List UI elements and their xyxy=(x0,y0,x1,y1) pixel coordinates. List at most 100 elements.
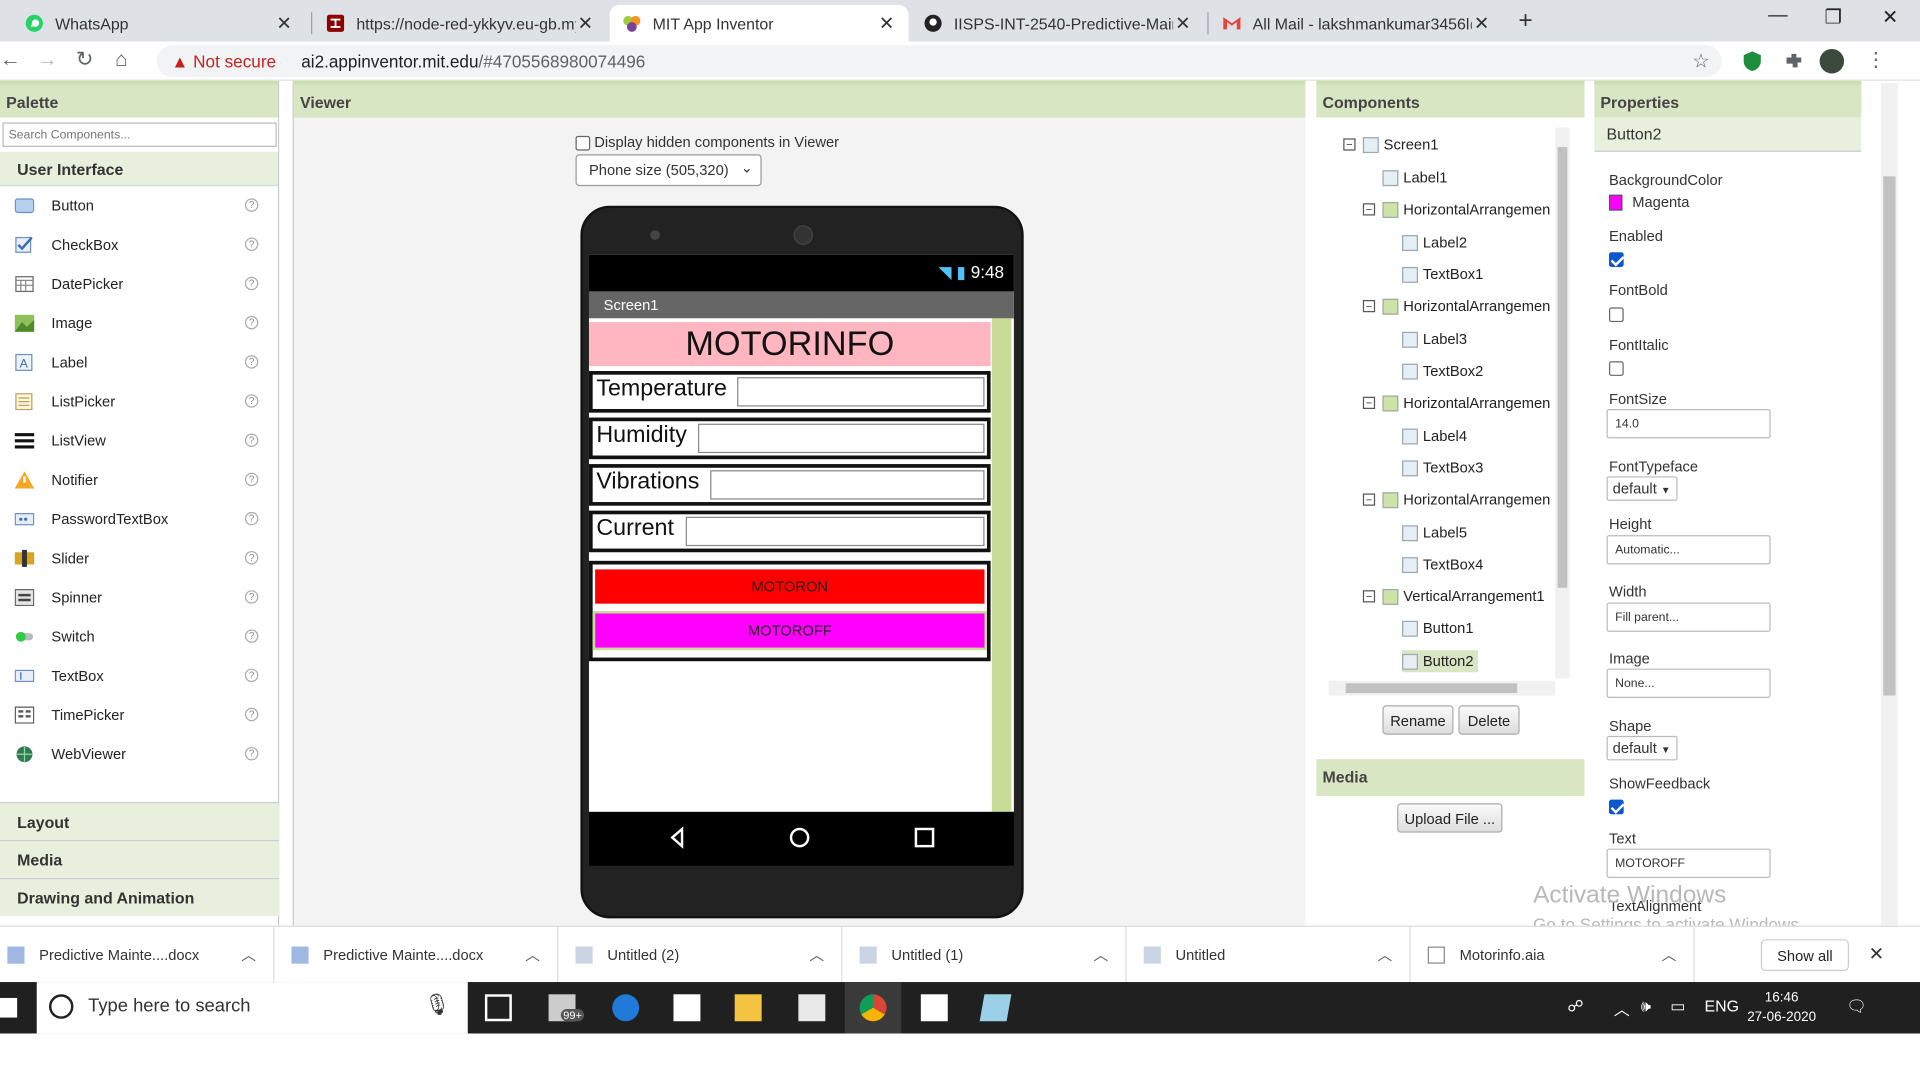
palette-item-checkbox[interactable]: CheckBox? xyxy=(0,225,278,264)
tree-node-textbox3[interactable]: TextBox3 xyxy=(1402,457,1483,479)
notifications-icon[interactable]: 🗨 xyxy=(1847,997,1867,1017)
palette-item-slider[interactable]: Slider? xyxy=(0,539,278,578)
close-icon[interactable]: ✕ xyxy=(877,12,897,34)
help-icon[interactable]: ? xyxy=(244,433,259,447)
tree-node-screen1[interactable]: − Screen1 xyxy=(1343,133,1438,155)
help-icon[interactable]: ? xyxy=(244,746,259,761)
button1-motoron[interactable]: MOTORON xyxy=(595,569,985,604)
image-input[interactable]: None... xyxy=(1606,668,1771,698)
close-icon[interactable]: ✕ xyxy=(576,12,596,34)
help-icon[interactable]: ? xyxy=(244,355,259,369)
store-icon[interactable] xyxy=(673,994,701,1022)
phone-size-select[interactable]: Phone size (505,320) ⌄ xyxy=(575,154,762,187)
tray-chevron-icon[interactable]: ︿ xyxy=(1614,997,1630,1020)
volume-icon[interactable]: 🕪 xyxy=(1641,997,1651,1017)
palette-item-image[interactable]: Image? xyxy=(0,304,278,343)
enabled-checkbox[interactable] xyxy=(1608,250,1624,267)
label-vibrations[interactable]: Vibrations xyxy=(596,469,699,496)
menu-icon[interactable]: ⋮ xyxy=(1866,48,1888,71)
tree-node-label2[interactable]: Label2 xyxy=(1402,231,1467,253)
edge-icon[interactable] xyxy=(612,994,640,1022)
tree-node-label4[interactable]: Label4 xyxy=(1402,425,1467,447)
collapse-icon[interactable]: − xyxy=(1362,396,1376,409)
fontitalic-checkbox[interactable] xyxy=(1608,359,1624,376)
help-icon[interactable]: ? xyxy=(244,668,259,683)
help-icon[interactable]: ? xyxy=(244,237,259,252)
collapse-icon[interactable]: − xyxy=(1362,203,1376,216)
tree-node-horiz3[interactable]: − HorizontalArrangemen xyxy=(1362,392,1550,414)
tree-node-vert1[interactable]: − VerticalArrangement1 xyxy=(1362,585,1545,607)
help-icon[interactable]: ? xyxy=(244,590,259,604)
download-item[interactable]: Untitled ︿ xyxy=(1136,926,1411,984)
file-explorer-icon[interactable] xyxy=(734,994,762,1022)
tree-node-textbox4[interactable]: TextBox4 xyxy=(1402,553,1483,575)
textbox1[interactable] xyxy=(737,377,985,407)
close-icon[interactable]: ✕ xyxy=(1869,943,1884,965)
tree-node-textbox1[interactable]: TextBox1 xyxy=(1402,263,1483,285)
tree-node-button2[interactable]: Button2 xyxy=(1402,650,1479,673)
avatar[interactable] xyxy=(1819,48,1845,74)
chevron-up-icon[interactable]: ︿ xyxy=(809,944,824,965)
close-icon[interactable]: ✕ xyxy=(1472,12,1492,34)
download-item[interactable]: Predictive Mainte....docx ︿ xyxy=(0,926,275,984)
tree-vertical-scrollbar[interactable] xyxy=(1555,127,1570,679)
window-close-icon[interactable]: ✕ xyxy=(1882,5,1898,29)
button2-motoroff[interactable]: MOTOROFF xyxy=(592,611,987,651)
palette-item-textbox[interactable]: TextBox? xyxy=(0,656,278,695)
recents-nav-icon[interactable] xyxy=(914,827,935,848)
textbox3[interactable] xyxy=(710,470,985,500)
movies-icon[interactable] xyxy=(920,994,948,1022)
tree-node-textbox2[interactable]: TextBox2 xyxy=(1402,360,1483,382)
tree-node-button1[interactable]: Button1 xyxy=(1402,617,1474,639)
display-hidden-checkbox[interactable]: Display hidden components in Viewer xyxy=(575,133,839,151)
search-components-input[interactable] xyxy=(2,122,277,147)
language-indicator[interactable]: ENG xyxy=(1705,997,1739,1015)
restore-icon[interactable]: ❐ xyxy=(1825,5,1843,29)
tab-whatsapp[interactable]: WhatsApp ✕ xyxy=(12,5,306,42)
tree-node-horiz4[interactable]: − HorizontalArrangemen xyxy=(1362,489,1550,511)
palette-item-datepicker[interactable]: DatePicker? xyxy=(0,264,278,303)
notepad-icon[interactable] xyxy=(798,994,826,1022)
microphone-icon[interactable]: 🎙 xyxy=(424,993,450,1017)
mail-icon[interactable]: 99+ xyxy=(548,994,585,1022)
palette-item-label[interactable]: A Label? xyxy=(0,343,278,382)
help-icon[interactable]: ? xyxy=(244,511,259,526)
extension-shield-icon[interactable] xyxy=(1741,50,1763,72)
page-scrollbar[interactable] xyxy=(1880,83,1898,926)
tab-github[interactable]: IISPS-INT-2540-Predictive-Maint ✕ xyxy=(911,5,1205,42)
palette-item-spinner[interactable]: Spinner? xyxy=(0,578,278,617)
palette-item-switch[interactable]: Switch? xyxy=(0,617,278,656)
reload-icon[interactable]: ↻ xyxy=(76,48,93,72)
chevron-up-icon[interactable]: ︿ xyxy=(241,944,256,965)
tab-node-red[interactable]: https://node-red-ykkyv.eu-gb.my ✕ xyxy=(313,5,607,42)
checkbox[interactable] xyxy=(1608,799,1624,815)
tree-node-label3[interactable]: Label3 xyxy=(1402,328,1467,350)
tree-node-horiz1[interactable]: − HorizontalArrangemen xyxy=(1362,198,1550,220)
media-group[interactable]: Media xyxy=(0,840,280,878)
layout-group[interactable]: Layout xyxy=(0,802,280,841)
tree-node-label1[interactable]: Label1 xyxy=(1382,167,1447,189)
close-icon[interactable]: ✕ xyxy=(1173,12,1193,34)
forward-icon[interactable]: → xyxy=(37,48,58,72)
checkbox[interactable] xyxy=(1608,361,1624,376)
drawing-animation-group[interactable]: Drawing and Animation xyxy=(0,877,280,916)
horizontal-arrangement-4[interactable]: Current xyxy=(588,510,991,553)
palette-item-button[interactable]: Button? xyxy=(0,186,278,225)
horizontal-arrangement-3[interactable]: Vibrations xyxy=(588,464,991,506)
checkbox[interactable] xyxy=(575,135,591,151)
background-color-picker[interactable]: Magenta xyxy=(1608,193,1689,212)
show-all-button[interactable]: Show all xyxy=(1760,939,1849,972)
collapse-icon[interactable]: − xyxy=(1362,590,1376,603)
star-icon[interactable]: ☆ xyxy=(1692,49,1714,72)
collapse-icon[interactable]: − xyxy=(1362,493,1376,506)
help-icon[interactable]: ? xyxy=(244,198,259,212)
fontsize-input[interactable]: 14.0 xyxy=(1606,408,1771,439)
home-nav-icon[interactable] xyxy=(789,827,810,848)
home-icon[interactable]: ⌂ xyxy=(115,48,128,72)
help-icon[interactable]: ? xyxy=(244,629,259,643)
people-icon[interactable]: ☍ xyxy=(1567,997,1583,1017)
vertical-arrangement-1[interactable]: MOTORON MOTOROFF xyxy=(588,560,991,662)
task-view-icon[interactable] xyxy=(484,994,512,1022)
delete-button[interactable]: Delete xyxy=(1458,705,1520,735)
width-input[interactable]: Fill parent... xyxy=(1606,602,1771,632)
